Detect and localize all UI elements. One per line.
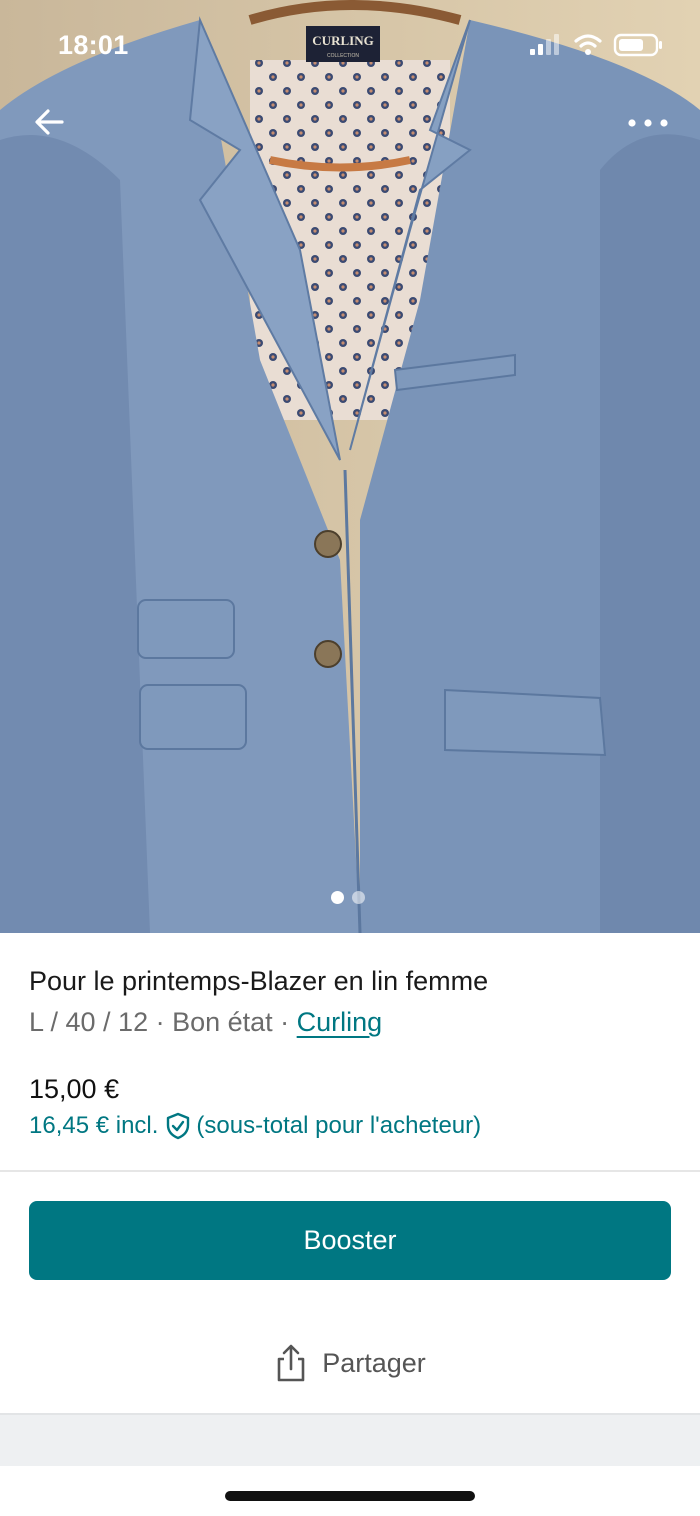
signal-icon — [530, 34, 559, 55]
back-arrow-icon[interactable] — [28, 100, 72, 144]
carousel-dot-active — [331, 891, 344, 904]
buyer-price-note: (sous-total pour l'acheteur) — [196, 1112, 482, 1139]
blazer-image: CURLING COLLECTION — [0, 0, 700, 933]
product-info: Pour le printemps-Blazer en lin femme L … — [0, 933, 700, 1171]
carousel-dot[interactable] — [352, 891, 365, 904]
buyer-price: 16,45 € incl. — [29, 1112, 159, 1139]
booster-button[interactable]: Booster — [29, 1201, 671, 1280]
buyer-price-line[interactable]: 16,45 € incl. (sous-total pour l'acheteu… — [29, 1112, 481, 1140]
shield-check-icon — [167, 1112, 190, 1140]
brand-link[interactable]: Curling — [297, 1007, 383, 1037]
product-details: L / 40 / 12 · Bon état · Curling — [29, 1007, 382, 1038]
footer-band — [0, 1415, 700, 1466]
share-label: Partager — [322, 1347, 426, 1378]
more-options-icon[interactable] — [624, 108, 672, 138]
carousel-indicator — [331, 891, 371, 905]
product-photo[interactable]: CURLING COLLECTION 18:01 — [0, 0, 700, 933]
status-time: 18:01 — [58, 30, 129, 60]
divider — [0, 1170, 700, 1172]
product-size-condition: L / 40 / 12 · Bon état · — [29, 1007, 297, 1037]
battery-icon — [613, 33, 662, 57]
wifi-icon — [574, 34, 602, 55]
share-button[interactable]: Partager — [0, 1330, 700, 1396]
product-price: 15,00 € — [29, 1074, 120, 1104]
home-indicator[interactable] — [225, 1491, 475, 1501]
share-icon — [277, 1344, 305, 1382]
status-icons — [530, 33, 662, 57]
status-bar: 18:01 — [0, 0, 700, 88]
product-title: Pour le printemps-Blazer en lin femme — [29, 966, 489, 996]
